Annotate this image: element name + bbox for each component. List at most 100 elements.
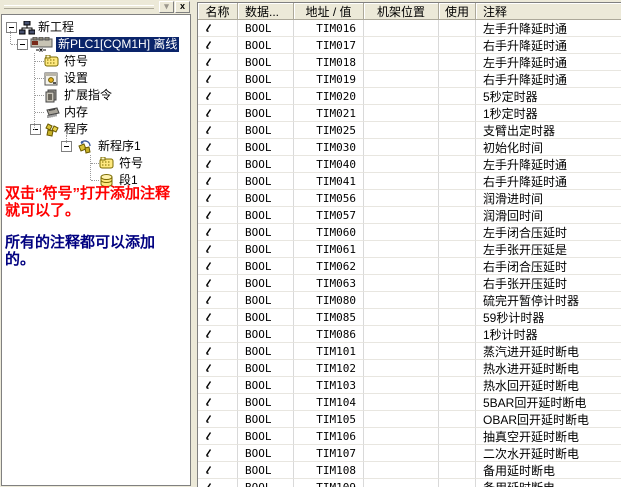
name-cell[interactable] [198, 394, 238, 411]
usage-cell[interactable] [439, 105, 476, 122]
comment-cell[interactable]: 左手升降延时通 [476, 20, 621, 37]
data-type-cell[interactable]: BOOL [238, 71, 294, 88]
tree-item-symbols[interactable]: 符号 [2, 53, 190, 70]
data-type-cell[interactable]: BOOL [238, 275, 294, 292]
tree-item-label[interactable]: 新PLC1[CQM1H] 离线 [56, 37, 179, 52]
name-cell[interactable] [198, 275, 238, 292]
column-header-usage[interactable]: 使用 [439, 3, 476, 20]
address-cell[interactable]: TIM040 [294, 156, 364, 173]
address-cell[interactable]: TIM105 [294, 411, 364, 428]
usage-cell[interactable] [439, 343, 476, 360]
name-cell[interactable] [198, 156, 238, 173]
data-type-cell[interactable]: BOOL [238, 258, 294, 275]
name-cell[interactable] [198, 462, 238, 479]
usage-cell[interactable] [439, 139, 476, 156]
table-row[interactable]: BOOL TIM041 右手升降延时通 [198, 173, 621, 190]
data-type-cell[interactable]: BOOL [238, 479, 294, 487]
rack-cell[interactable] [364, 37, 439, 54]
data-type-cell[interactable]: BOOL [238, 462, 294, 479]
usage-cell[interactable] [439, 173, 476, 190]
usage-cell[interactable] [439, 360, 476, 377]
comment-cell[interactable]: 热水回开延时断电 [476, 377, 621, 394]
usage-cell[interactable] [439, 394, 476, 411]
tree-item-label[interactable]: 符号 [117, 156, 145, 171]
column-header-comment[interactable]: 注释 [476, 3, 621, 20]
name-cell[interactable] [198, 326, 238, 343]
column-header-name[interactable]: 名称 [198, 3, 238, 20]
usage-cell[interactable] [439, 54, 476, 71]
address-cell[interactable]: TIM020 [294, 88, 364, 105]
address-cell[interactable]: TIM021 [294, 105, 364, 122]
address-cell[interactable]: TIM019 [294, 71, 364, 88]
name-cell[interactable] [198, 122, 238, 139]
usage-cell[interactable] [439, 88, 476, 105]
rack-cell[interactable] [364, 428, 439, 445]
comment-cell[interactable]: 左手升降延时通 [476, 156, 621, 173]
address-cell[interactable]: TIM080 [294, 292, 364, 309]
rack-cell[interactable] [364, 156, 439, 173]
usage-cell[interactable] [439, 326, 476, 343]
table-row[interactable]: BOOL TIM104 5BAR回开延时断电 [198, 394, 621, 411]
tree-item-new-project[interactable]: 新工程 [2, 19, 190, 36]
name-cell[interactable] [198, 309, 238, 326]
name-cell[interactable] [198, 207, 238, 224]
data-type-cell[interactable]: BOOL [238, 54, 294, 71]
address-cell[interactable]: TIM106 [294, 428, 364, 445]
comment-cell[interactable]: 抽真空开延时断电 [476, 428, 621, 445]
comment-cell[interactable]: 蒸汽进开延时断电 [476, 343, 621, 360]
close-button[interactable]: x [175, 1, 190, 13]
name-cell[interactable] [198, 445, 238, 462]
tree-item-programs[interactable]: 程序 [2, 121, 190, 138]
tree-item-plc[interactable]: 新PLC1[CQM1H] 离线 [2, 36, 190, 53]
table-row[interactable]: BOOL TIM109 备用延时断电 [198, 479, 621, 487]
name-cell[interactable] [198, 190, 238, 207]
comment-cell[interactable]: 润滑进时间 [476, 190, 621, 207]
address-cell[interactable]: TIM103 [294, 377, 364, 394]
name-cell[interactable] [198, 20, 238, 37]
column-header-rack[interactable]: 机架位置 [364, 3, 439, 20]
data-type-cell[interactable]: BOOL [238, 173, 294, 190]
data-type-cell[interactable]: BOOL [238, 190, 294, 207]
usage-cell[interactable] [439, 462, 476, 479]
data-type-cell[interactable]: BOOL [238, 394, 294, 411]
comment-cell[interactable]: 左手张开压延是 [476, 241, 621, 258]
data-type-cell[interactable]: BOOL [238, 224, 294, 241]
usage-cell[interactable] [439, 224, 476, 241]
usage-cell[interactable] [439, 71, 476, 88]
table-row[interactable]: BOOL TIM063 右手张开压延时 [198, 275, 621, 292]
rack-cell[interactable] [364, 20, 439, 37]
table-row[interactable]: BOOL TIM062 右手闭合压延时 [198, 258, 621, 275]
table-row[interactable]: BOOL TIM106 抽真空开延时断电 [198, 428, 621, 445]
rack-cell[interactable] [364, 241, 439, 258]
address-cell[interactable]: TIM107 [294, 445, 364, 462]
data-type-cell[interactable]: BOOL [238, 411, 294, 428]
table-row[interactable]: BOOL TIM056 润滑进时间 [198, 190, 621, 207]
data-type-cell[interactable]: BOOL [238, 326, 294, 343]
expand-toggle[interactable] [17, 39, 28, 50]
table-row[interactable]: BOOL TIM025 支臂出定时器 [198, 122, 621, 139]
rack-cell[interactable] [364, 173, 439, 190]
table-row[interactable]: BOOL TIM019 右手升降延时通 [198, 71, 621, 88]
rack-cell[interactable] [364, 258, 439, 275]
name-cell[interactable] [198, 88, 238, 105]
data-type-cell[interactable]: BOOL [238, 343, 294, 360]
table-row[interactable]: BOOL TIM085 59秒计时器 [198, 309, 621, 326]
tree-item-memory[interactable]: 内存 [2, 104, 190, 121]
table-row[interactable]: BOOL TIM030 初始化时间 [198, 139, 621, 156]
rack-cell[interactable] [364, 207, 439, 224]
address-cell[interactable]: TIM017 [294, 37, 364, 54]
usage-cell[interactable] [439, 258, 476, 275]
usage-cell[interactable] [439, 156, 476, 173]
rack-cell[interactable] [364, 54, 439, 71]
dock-menu-button[interactable]: ▾ [159, 1, 174, 13]
rack-cell[interactable] [364, 411, 439, 428]
address-cell[interactable]: TIM062 [294, 258, 364, 275]
usage-cell[interactable] [439, 37, 476, 54]
table-row[interactable]: BOOL TIM061 左手张开压延是 [198, 241, 621, 258]
table-row[interactable]: BOOL TIM016 左手升降延时通 [198, 20, 621, 37]
address-cell[interactable]: TIM104 [294, 394, 364, 411]
name-cell[interactable] [198, 71, 238, 88]
comment-cell[interactable]: 润滑回时间 [476, 207, 621, 224]
address-cell[interactable]: TIM086 [294, 326, 364, 343]
rack-cell[interactable] [364, 292, 439, 309]
